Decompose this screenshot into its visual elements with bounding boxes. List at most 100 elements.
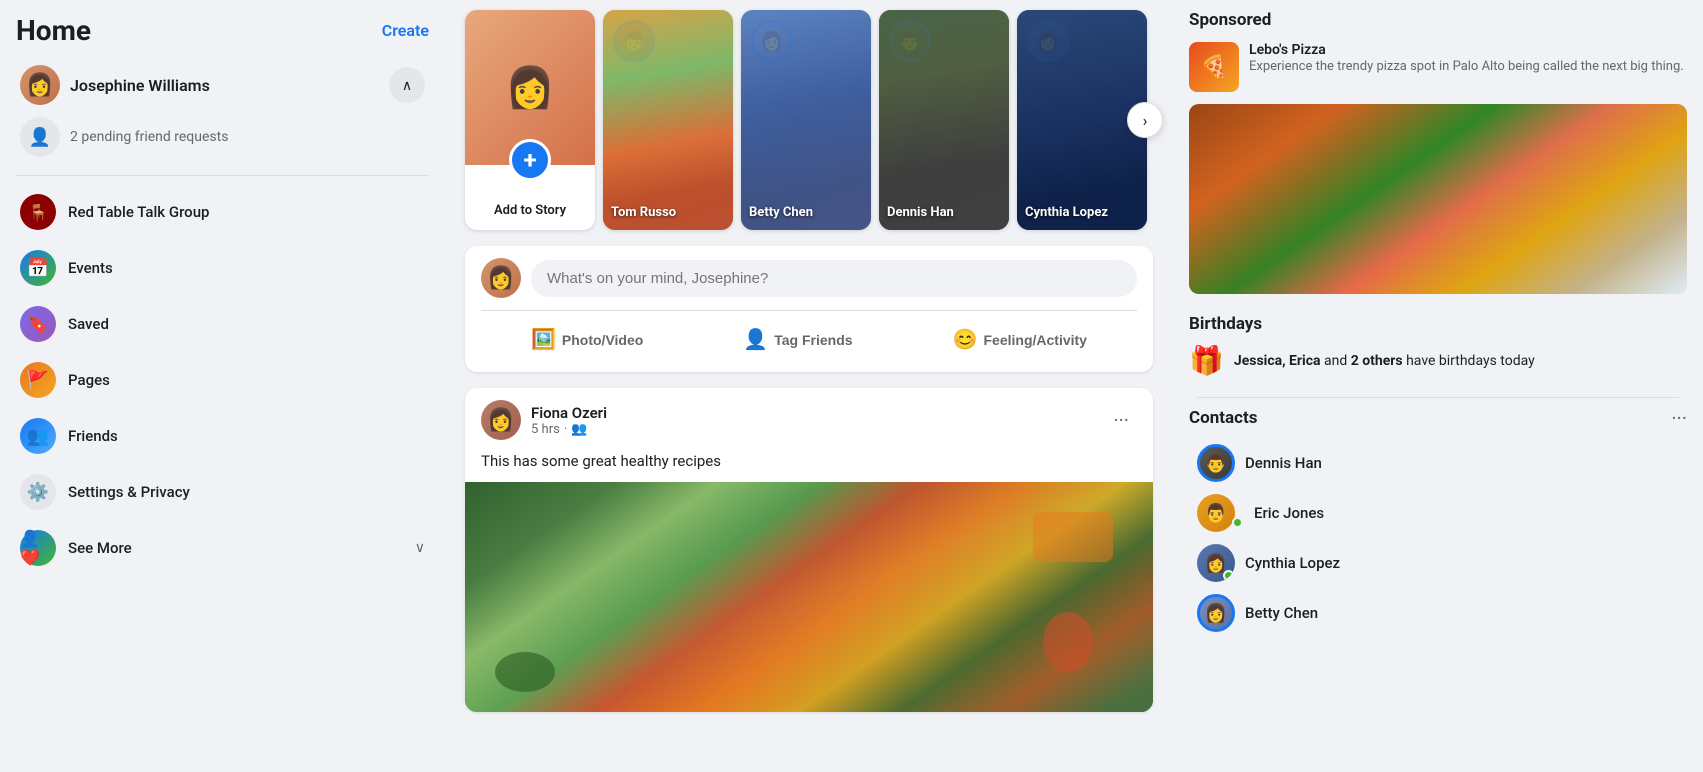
composer-avatar: 👩 [481, 258, 521, 298]
cynthia-lopez-contact-avatar: 👩 [1197, 544, 1235, 582]
main-content: 👩 + Add to Story 👦 Tom Russo 👩 Betty Che… [445, 0, 1173, 772]
birthday-names: Jessica, Erica [1234, 353, 1321, 369]
sponsored-title: Sponsored [1189, 10, 1687, 30]
contacts-header: Contacts ··· [1189, 406, 1687, 430]
user-row[interactable]: 👩 Josephine Williams ∧ [16, 59, 429, 111]
birthday-text: Jessica, Erica and 2 others have birthda… [1234, 353, 1535, 369]
sidebar-item-events[interactable]: 📅 Events [8, 240, 437, 296]
privacy-icon: 👥 [571, 422, 587, 437]
dennis-han-contact-avatar: 👨 [1197, 444, 1235, 482]
pending-icon: 👤 [20, 117, 60, 157]
betty-chen-contact-avatar: 👩 [1197, 594, 1235, 632]
story-card-betty-chen[interactable]: 👩 Betty Chen [741, 10, 871, 230]
user-avatar: 👩 [20, 65, 60, 105]
story-add-circle: + [509, 139, 551, 181]
birthdays-section: Birthdays 🎁 Jessica, Erica and 2 others … [1189, 314, 1687, 377]
feeling-label: Feeling/Activity [983, 332, 1086, 348]
sponsored-image[interactable] [1189, 104, 1687, 294]
fiona-post-meta: 5 hrs · 👥 [531, 422, 607, 437]
pending-requests-text: 2 pending friend requests [70, 129, 228, 145]
create-button[interactable]: Create [382, 21, 429, 40]
photo-video-label: Photo/Video [562, 332, 643, 348]
add-to-story-label: Add to Story [494, 203, 566, 218]
sidebar-item-red-table-talk[interactable]: 🪑 Red Table Talk Group [8, 184, 437, 240]
contacts-section: Contacts ··· 👨 Dennis Han 👨 Eric Jones 👩… [1189, 406, 1687, 638]
contact-item-dennis-han[interactable]: 👨 Dennis Han [1189, 438, 1687, 488]
sidebar-item-label: Pages [68, 371, 110, 389]
sidebar-item-label: Events [68, 259, 113, 277]
red-table-talk-icon: 🪑 [20, 194, 56, 230]
sidebar-header: Home Create [8, 10, 437, 55]
tag-friends-label: Tag Friends [774, 332, 852, 348]
sidebar-item-label: Saved [68, 315, 109, 333]
story-card-dennis-han[interactable]: 👨 Dennis Han [879, 10, 1009, 230]
contact-item-cynthia-lopez[interactable]: 👩 Cynthia Lopez [1189, 538, 1687, 588]
dennis-han-story-name: Dennis Han [887, 205, 1001, 220]
sponsored-logo: 🍕 [1189, 42, 1239, 92]
user-info: 👩 Josephine Williams [20, 65, 210, 105]
see-more-icon: 👤❤️ [20, 530, 56, 566]
eric-jones-online-dot [1232, 517, 1243, 528]
pending-requests-item[interactable]: 👤 2 pending friend requests [16, 111, 429, 163]
tag-friends-icon: 👤 [743, 327, 768, 352]
sponsored-logo-icon: 🍕 [1200, 55, 1227, 80]
sidebar-item-label: Settings & Privacy [68, 483, 190, 501]
dennis-han-contact-name: Dennis Han [1245, 454, 1322, 472]
sidebar-divider-1 [16, 175, 429, 176]
add-to-story-card[interactable]: 👩 + Add to Story [465, 10, 595, 230]
vegetable-market-image [465, 482, 1153, 712]
stories-next-button[interactable]: › [1127, 102, 1163, 138]
sidebar-item-saved[interactable]: 🔖 Saved [8, 296, 437, 352]
story-card-tom-russo[interactable]: 👦 Tom Russo [603, 10, 733, 230]
post-box-divider [481, 310, 1137, 311]
user-name: Josephine Williams [70, 76, 210, 95]
sidebar-item-see-more[interactable]: 👤❤️ See More ∨ [8, 520, 437, 576]
sidebar-item-settings[interactable]: ⚙️ Settings & Privacy [8, 464, 437, 520]
sponsored-name: Lebo's Pizza [1249, 42, 1684, 58]
tag-friends-button[interactable]: 👤 Tag Friends [727, 319, 868, 360]
birthday-icon: 🎁 [1189, 344, 1224, 377]
post-input[interactable] [531, 260, 1137, 297]
photo-video-icon: 🖼️ [531, 327, 556, 352]
sponsored-desc: Experience the trendy pizza spot in Palo… [1249, 58, 1684, 76]
pizza-visual [1189, 104, 1687, 294]
see-more-chevron-icon: ∨ [415, 540, 425, 556]
fiona-name: Fiona Ozeri [531, 404, 607, 422]
post-time: 5 hrs [531, 422, 560, 437]
stories-row: 👩 + Add to Story 👦 Tom Russo 👩 Betty Che… [465, 10, 1153, 230]
feeling-icon: 😊 [953, 327, 978, 352]
right-sidebar: Sponsored 🍕 Lebo's Pizza Experience the … [1173, 0, 1703, 772]
contacts-divider [1197, 397, 1679, 398]
sidebar-item-friends[interactable]: 👥 Friends [8, 408, 437, 464]
sponsored-info: Lebo's Pizza Experience the trendy pizza… [1249, 42, 1684, 76]
settings-icon: ⚙️ [20, 474, 56, 510]
friends-icon: 👥 [20, 418, 56, 454]
cynthia-lopez-contact-name: Cynthia Lopez [1245, 554, 1340, 572]
page-title: Home [16, 14, 91, 47]
photo-video-button[interactable]: 🖼️ Photo/Video [515, 319, 659, 360]
feed-post-user: 👩 Fiona Ozeri 5 hrs · 👥 [481, 400, 607, 440]
sponsored-item[interactable]: 🍕 Lebo's Pizza Experience the trendy piz… [1189, 42, 1687, 92]
story-add-top: 👩 + [465, 10, 595, 165]
feeling-activity-button[interactable]: 😊 Feeling/Activity [937, 319, 1103, 360]
post-box-actions: 🖼️ Photo/Video 👤 Tag Friends 😊 Feeling/A… [481, 319, 1137, 360]
sidebar-item-label: Friends [68, 427, 118, 445]
contact-item-betty-chen[interactable]: 👩 Betty Chen [1189, 588, 1687, 638]
birthdays-item[interactable]: 🎁 Jessica, Erica and 2 others have birth… [1189, 344, 1687, 377]
contacts-title: Contacts [1189, 408, 1257, 428]
birthday-others-count: 2 others [1351, 353, 1403, 369]
contacts-more-button[interactable]: ··· [1671, 406, 1687, 430]
fiona-post-text: This has some great healthy recipes [465, 448, 1153, 482]
sidebar-item-pages[interactable]: 🚩 Pages [8, 352, 437, 408]
feed-post-header: 👩 Fiona Ozeri 5 hrs · 👥 ··· [465, 388, 1153, 448]
pages-icon: 🚩 [20, 362, 56, 398]
betty-chen-contact-name: Betty Chen [1245, 604, 1318, 622]
eric-jones-contact-name: Eric Jones [1254, 504, 1324, 522]
fiona-avatar: 👩 [481, 400, 521, 440]
post-composer-top: 👩 [481, 258, 1137, 298]
user-chevron-button[interactable]: ∧ [389, 67, 425, 103]
left-sidebar: Home Create 👩 Josephine Williams ∧ 👤 2 p… [0, 0, 445, 772]
saved-icon: 🔖 [20, 306, 56, 342]
contact-item-eric-jones[interactable]: 👨 Eric Jones [1189, 488, 1687, 538]
post-more-button[interactable]: ··· [1105, 404, 1137, 436]
